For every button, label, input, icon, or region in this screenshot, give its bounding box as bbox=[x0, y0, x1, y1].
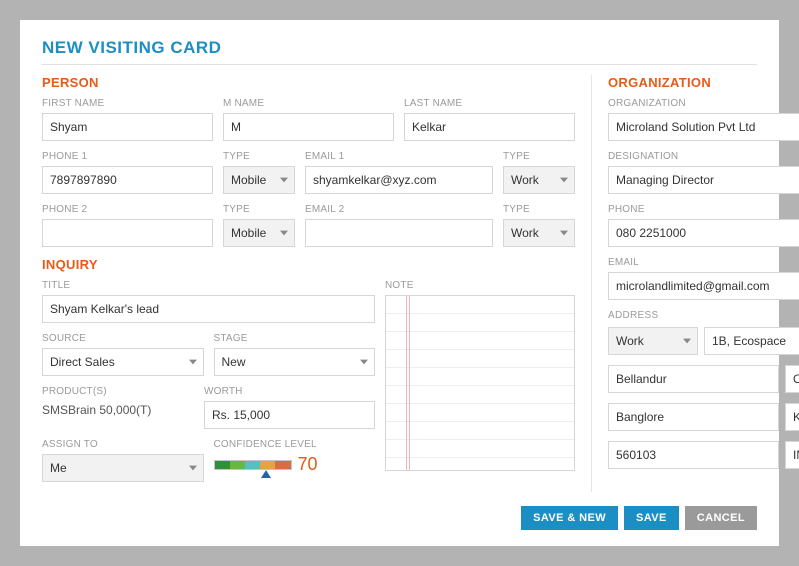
first-name-input[interactable] bbox=[42, 113, 213, 141]
email1-type-value: Work bbox=[511, 173, 539, 187]
email1-type-select[interactable]: Work bbox=[503, 166, 575, 194]
addr-street-input[interactable] bbox=[785, 365, 799, 393]
label-org-phone: PHONE bbox=[608, 204, 799, 215]
label-designation: DESIGNATION bbox=[608, 151, 799, 162]
organization-input[interactable] bbox=[608, 113, 799, 141]
label-m-name: M NAME bbox=[223, 98, 394, 109]
stage-value: New bbox=[222, 355, 246, 369]
cancel-button[interactable]: CANCEL bbox=[685, 506, 757, 530]
inquiry-title-input[interactable] bbox=[42, 295, 375, 323]
org-phone-input[interactable] bbox=[608, 219, 799, 247]
chevron-down-icon bbox=[189, 464, 197, 472]
label-worth: WORTH bbox=[204, 386, 375, 397]
addr-type-select[interactable]: Work bbox=[608, 327, 698, 355]
label-phone2: PHONE 2 bbox=[42, 204, 213, 215]
addr-zip-input[interactable] bbox=[608, 441, 779, 469]
source-select[interactable]: Direct Sales bbox=[42, 348, 204, 376]
email2-type-value: Work bbox=[511, 226, 539, 240]
chevron-down-icon bbox=[189, 358, 197, 366]
phone2-type-select[interactable]: Mobile bbox=[223, 219, 295, 247]
chevron-down-icon bbox=[360, 358, 368, 366]
label-email1-type: TYPE bbox=[503, 151, 575, 162]
page-title: NEW VISITING CARD bbox=[42, 38, 757, 58]
divider bbox=[42, 64, 757, 65]
source-value: Direct Sales bbox=[50, 355, 115, 369]
phone1-type-select[interactable]: Mobile bbox=[223, 166, 295, 194]
label-email2: EMAIL 2 bbox=[305, 204, 493, 215]
label-phone1: PHONE 1 bbox=[42, 151, 213, 162]
addr-type-value: Work bbox=[616, 334, 644, 348]
confidence-value: 70 bbox=[298, 454, 318, 475]
label-source: SOURCE bbox=[42, 333, 204, 344]
confidence-gauge[interactable] bbox=[214, 460, 292, 470]
last-name-input[interactable] bbox=[404, 113, 575, 141]
chevron-down-icon bbox=[280, 176, 288, 184]
label-phone2-type: TYPE bbox=[223, 204, 295, 215]
stage-select[interactable]: New bbox=[214, 348, 376, 376]
save-and-new-button[interactable]: SAVE & NEW bbox=[521, 506, 618, 530]
label-address: ADDRESS bbox=[608, 310, 799, 321]
m-name-input[interactable] bbox=[223, 113, 394, 141]
org-email-input[interactable] bbox=[608, 272, 799, 300]
label-stage: STAGE bbox=[214, 333, 376, 344]
footer-buttons: SAVE & NEW SAVE CANCEL bbox=[42, 506, 757, 530]
addr-locality-input[interactable] bbox=[608, 365, 779, 393]
products-text: SMSBrain 50,000(T) bbox=[42, 401, 194, 417]
label-phone1-type: TYPE bbox=[223, 151, 295, 162]
label-note: NOTE bbox=[385, 280, 575, 291]
email2-type-select[interactable]: Work bbox=[503, 219, 575, 247]
label-org-email: EMAIL bbox=[608, 257, 799, 268]
person-heading: PERSON bbox=[42, 75, 575, 90]
inquiry-heading: INQUIRY bbox=[42, 257, 575, 272]
label-confidence: CONFIDENCE LEVEL bbox=[214, 439, 376, 450]
phone1-type-value: Mobile bbox=[231, 173, 266, 187]
assign-to-value: Me bbox=[50, 461, 67, 475]
chevron-down-icon bbox=[280, 229, 288, 237]
label-title: TITLE bbox=[42, 280, 375, 291]
note-margin-line bbox=[406, 296, 410, 470]
chevron-down-icon bbox=[683, 337, 691, 345]
gauge-needle-icon bbox=[261, 470, 271, 478]
addr-country-input[interactable] bbox=[785, 441, 799, 469]
org-heading: ORGANIZATION bbox=[608, 75, 799, 90]
visiting-card-form: NEW VISITING CARD PERSON FIRST NAME M NA… bbox=[20, 20, 779, 546]
label-assign-to: ASSIGN TO bbox=[42, 439, 204, 450]
phone2-type-value: Mobile bbox=[231, 226, 266, 240]
label-first-name: FIRST NAME bbox=[42, 98, 213, 109]
phone1-input[interactable] bbox=[42, 166, 213, 194]
assign-to-select[interactable]: Me bbox=[42, 454, 204, 482]
email1-input[interactable] bbox=[305, 166, 493, 194]
designation-input[interactable] bbox=[608, 166, 799, 194]
save-button[interactable]: SAVE bbox=[624, 506, 679, 530]
label-last-name: LAST NAME bbox=[404, 98, 575, 109]
phone2-input[interactable] bbox=[42, 219, 213, 247]
label-organization: ORGANIZATION bbox=[608, 98, 799, 109]
label-products: PRODUCT(S) bbox=[42, 386, 194, 397]
worth-input[interactable] bbox=[204, 401, 375, 429]
addr-line1-input[interactable] bbox=[704, 327, 799, 355]
chevron-down-icon bbox=[560, 176, 568, 184]
chevron-down-icon bbox=[560, 229, 568, 237]
addr-city-input[interactable] bbox=[608, 403, 779, 431]
note-textarea[interactable] bbox=[385, 295, 575, 471]
addr-state-input[interactable] bbox=[785, 403, 799, 431]
label-email2-type: TYPE bbox=[503, 204, 575, 215]
email2-input[interactable] bbox=[305, 219, 493, 247]
label-email1: EMAIL 1 bbox=[305, 151, 493, 162]
